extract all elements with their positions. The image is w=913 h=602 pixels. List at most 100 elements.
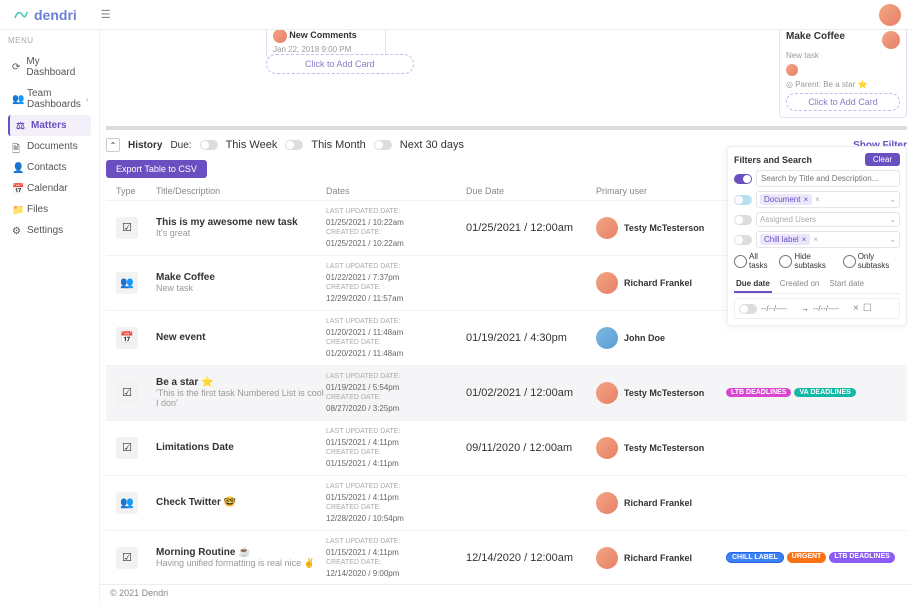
sidebar-item-team-dashboards[interactable]: 👥Team Dashboards‹ (8, 83, 91, 115)
chip-document: Document× (760, 194, 812, 205)
type-icon: ☑ (116, 217, 138, 239)
sidebar-item-calendar[interactable]: 📅 Calendar (8, 178, 91, 199)
filters-title: Filters and Search (734, 155, 812, 165)
tags-cell: CHILL LABELURGENTLTB DEADLINES (726, 552, 897, 563)
nav-icon: 📅 (12, 184, 22, 194)
sidebar-item-documents[interactable]: 🗎Documents (8, 136, 91, 157)
col-due: Due Date (466, 186, 596, 196)
user-name: Richard Frankel (624, 553, 692, 563)
type-icon: 📅 (116, 327, 138, 349)
sidebar-item-matters[interactable]: ⚖Matters (8, 115, 91, 136)
row-title: Check Twitter 🤓 (156, 497, 326, 508)
tag: LTB DEADLINES (726, 388, 791, 397)
date-tabs: Due date Created on Start date (734, 276, 900, 294)
clear-icon[interactable]: × (815, 195, 820, 204)
nav-icon: 🗎 (12, 142, 22, 152)
tab-due-date[interactable]: Due date (734, 276, 772, 293)
sidebar-item-settings[interactable]: ⚙Settings (8, 220, 91, 241)
dates-block: LAST UPDATED DATE:01/20/2021 / 11:48amCR… (326, 317, 466, 359)
type-icon: ☑ (116, 437, 138, 459)
tab-created-on[interactable]: Created on (778, 276, 822, 293)
row-subtitle: 'This is the first task Numbered List is… (156, 388, 326, 408)
toggle-next-30[interactable] (374, 140, 392, 150)
export-csv-button[interactable]: Export Table to CSV (106, 160, 207, 178)
avatar-icon (596, 547, 618, 569)
user-cell: Testy McTesterson (596, 437, 726, 459)
col-title: Title/Description (156, 186, 326, 196)
avatar-icon (596, 217, 618, 239)
user-cell: Testy McTesterson (596, 382, 726, 404)
avatar-icon (596, 272, 618, 294)
user-cell: Richard Frankel (596, 272, 726, 294)
radio-hide-subtasks[interactable]: Hide subtasks (779, 252, 836, 270)
tag: VA DEADLINES (794, 388, 855, 397)
toggle-date[interactable] (739, 304, 757, 314)
radio-all-tasks[interactable]: All tasks (734, 252, 773, 270)
type-select[interactable]: Document× × ⌄ (756, 191, 900, 208)
dates-block: LAST UPDATED DATE:01/22/2021 / 7:37pmCRE… (326, 262, 466, 304)
users-select[interactable]: Assigned Users ⌄ (756, 212, 900, 227)
chip-remove-icon[interactable]: × (802, 235, 807, 244)
calendar-icon[interactable]: ☐ (863, 303, 872, 314)
chevron-down-icon[interactable]: ⌄ (889, 215, 896, 224)
menu-label: MENU (8, 36, 91, 45)
col-type: Type (116, 186, 156, 196)
toggle-this-week[interactable] (200, 140, 218, 150)
toggle-search[interactable] (734, 174, 752, 184)
chip-remove-icon[interactable]: × (803, 195, 808, 204)
user-name: Testy McTesterson (624, 223, 704, 233)
labels-select[interactable]: Chill label× × ⌄ (756, 231, 900, 248)
row-subtitle: Having unified formatting is real nice ✌ (156, 558, 326, 569)
dates-block: LAST UPDATED DATE:01/19/2021 / 5:54pmCRE… (326, 372, 466, 414)
collapse-history-icon[interactable]: ⌃ (106, 138, 120, 152)
col-dates: Dates (326, 186, 466, 196)
user-avatar[interactable] (879, 4, 901, 26)
sidebar-item-contacts[interactable]: 👤Contacts (8, 157, 91, 178)
user-name: Testy McTesterson (624, 443, 704, 453)
row-title: Morning Routine ☕ (156, 547, 326, 558)
sidebar-item-my-dashboard[interactable]: ⟳My Dashboard (8, 51, 91, 83)
row-subtitle: It's great (156, 228, 326, 238)
search-input[interactable] (756, 170, 900, 187)
sidebar-item-label: Calendar (27, 183, 68, 194)
avatar-icon (273, 30, 287, 43)
user-cell: Richard Frankel (596, 492, 726, 514)
sidebar-item-files[interactable]: 📁Files (8, 199, 91, 220)
nav-icon: 📁 (12, 205, 22, 215)
table-row[interactable]: ☑ Be a star ⭐'This is the first task Num… (106, 365, 907, 420)
radio-only-subtasks[interactable]: Only subtasks (843, 252, 900, 270)
big-card-title: Make Coffee (786, 31, 845, 42)
topbar: dendri ☰ (0, 0, 913, 30)
type-icon: 👥 (116, 272, 138, 294)
chevron-icon: ‹ (86, 95, 89, 104)
main-content: New Comments Jan 22, 2018 9:00 PM Click … (100, 30, 913, 602)
table-row[interactable]: ☑ Morning Routine ☕Having unified format… (106, 530, 907, 585)
toggle-type[interactable] (734, 195, 752, 205)
toggle-this-month[interactable] (285, 140, 303, 150)
avatar-icon (596, 327, 618, 349)
date-from-input[interactable] (761, 304, 797, 313)
date-to-input[interactable] (813, 304, 849, 313)
clear-date-icon[interactable]: × (853, 303, 859, 314)
clear-icon[interactable]: × (813, 235, 818, 244)
row-subtitle: New task (156, 283, 326, 293)
menu-toggle-icon[interactable]: ☰ (101, 8, 111, 21)
add-card-button-left[interactable]: Click to Add Card (266, 54, 414, 74)
add-card-button-right[interactable]: Click to Add Card (786, 93, 900, 111)
clear-filters-button[interactable]: Clear (865, 153, 900, 166)
chevron-down-icon[interactable]: ⌄ (889, 235, 896, 244)
user-name: John Doe (624, 333, 665, 343)
table-row[interactable]: 👥 Check Twitter 🤓 LAST UPDATED DATE:01/1… (106, 475, 907, 530)
tag: LTB DEADLINES (829, 552, 894, 563)
sidebar-item-label: Settings (27, 225, 63, 236)
card-make-coffee[interactable]: Make Coffee New task ◎ Parent: Be a star… (779, 30, 907, 118)
tab-start-date[interactable]: Start date (827, 276, 866, 293)
toggle-labels[interactable] (734, 235, 752, 245)
next-30-label: Next 30 days (400, 139, 464, 151)
toggle-users[interactable] (734, 215, 752, 225)
sidebar-item-label: Team Dashboards (27, 88, 81, 110)
table-row[interactable]: ☑ Limitations Date LAST UPDATED DATE:01/… (106, 420, 907, 475)
chevron-down-icon[interactable]: ⌄ (889, 195, 896, 204)
logo: dendri ☰ (12, 6, 111, 24)
dates-block: LAST UPDATED DATE:01/15/2021 / 4:11pmCRE… (326, 537, 466, 579)
